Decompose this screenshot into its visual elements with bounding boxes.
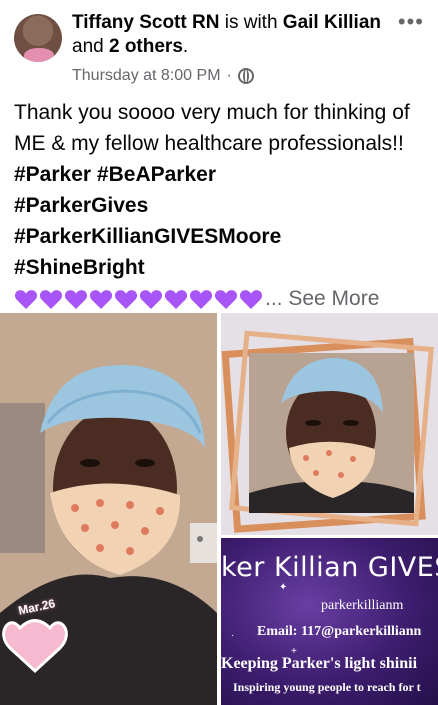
globe-icon [237,68,254,84]
flyer-photo[interactable]: ✦ · + ker Killian GIVES parkerkillianm E… [221,538,438,705]
others-link[interactable]: 2 others [109,36,183,57]
flyer-subline: Inspiring young people to reach for t [233,680,421,694]
hashtag-link[interactable]: #ParkerGives [14,194,148,217]
period: . [182,36,189,57]
hashtag-link[interactable]: #Parker [14,163,91,186]
framed-photo-illustration [221,313,438,535]
timestamp[interactable]: Thursday at 8:00 PM [72,67,221,85]
sparkle-icon: · [231,630,235,641]
purple-heart-icon [39,290,63,310]
purple-heart-icon [89,290,113,310]
post-text: Thank you soooo very much for thinking o… [14,101,410,155]
purple-heart-icon [114,290,138,310]
flyer-email: Email: 117@parkerkilliann [257,624,422,639]
more-options-button[interactable]: ••• [398,11,424,33]
flyer-handle: parkerkillianm [321,598,404,613]
purple-heart-icon [64,290,88,310]
purple-hearts [14,288,263,310]
post-meta: Thursday at 8:00 PM · [72,67,254,85]
avatar[interactable] [14,14,62,62]
and-text: and [72,36,109,57]
tagged-person[interactable]: Gail Killian [283,12,381,33]
flyer-title: ker Killian GIVES [221,552,438,583]
post-author-line: Tiffany Scott RN is with Gail Killian an… [72,11,390,59]
photo-right-top[interactable] [221,313,438,535]
flyer-tagline: Keeping Parker's light shinii [221,655,418,672]
hashtag-link[interactable]: #ShineBright [14,256,145,279]
with-text: is with [219,12,283,33]
hashtag-link[interactable]: #ParkerKillianGIVESMoore [14,225,281,248]
purple-heart-icon [214,290,238,310]
photo-left[interactable]: Mar.26 [0,313,217,705]
purple-heart-icon [189,290,213,310]
purple-heart-icon [164,290,188,310]
purple-heart-icon [14,290,38,310]
hashtag-link[interactable]: #BeAParker [97,163,216,186]
purple-heart-icon [239,290,263,310]
selfie-illustration [0,313,217,705]
purple-heart-icon [139,290,163,310]
author-name[interactable]: Tiffany Scott RN [72,12,219,33]
see-more-link[interactable]: See More [288,287,379,310]
sparkle-icon: ✦ [279,582,288,593]
ellipsis: ... [265,287,283,310]
meta-separator: · [226,67,232,84]
post-body: Thank you soooo very much for thinking o… [14,97,426,314]
post-header: Tiffany Scott RN is with Gail Killian an… [0,0,438,95]
